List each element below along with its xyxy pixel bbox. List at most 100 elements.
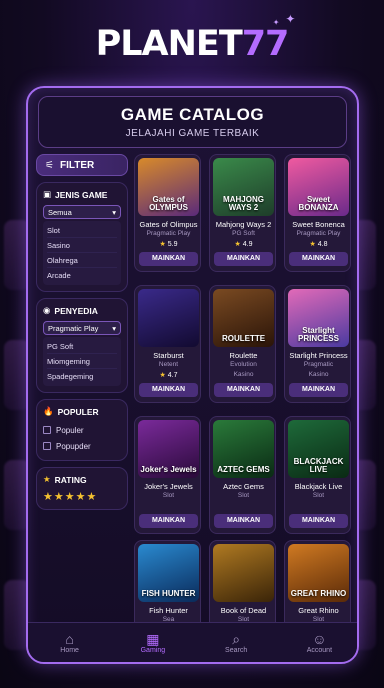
popular-heading: POPULER	[57, 406, 99, 417]
game-name: Aztec Gems	[223, 482, 264, 491]
game-thumbnail[interactable]: FISH HUNTER	[138, 544, 199, 602]
play-button[interactable]: MAINKAN	[289, 514, 348, 528]
nav-account[interactable]: ☺ Account	[289, 631, 349, 654]
genre-option[interactable]: Arcade	[47, 268, 117, 283]
game-thumbnail[interactable]: Sweet BONANZA	[288, 158, 349, 216]
nav-search[interactable]: ⌕ Search	[206, 631, 266, 654]
genre-options: Slot Sasino Olahrega Arcade	[43, 221, 121, 285]
thumbnail-title: Gates of OLYMPUS	[149, 195, 188, 212]
game-card[interactable]: ROULETTE Roulette Evolution Kasino MAINKAN	[209, 285, 276, 403]
game-provider: Slot	[237, 492, 250, 499]
popular-check[interactable]: Populer	[43, 422, 121, 438]
home-icon: ⌂	[65, 631, 74, 647]
game-provider: PG Soft	[232, 230, 255, 237]
game-rating: Kasino	[233, 371, 254, 378]
checkbox[interactable]	[43, 442, 51, 450]
game-name: Starburst	[153, 351, 184, 360]
play-button[interactable]: MAINKAN	[214, 252, 273, 266]
genre-option[interactable]: Olahrega	[47, 253, 117, 268]
sparkle-icon: ✦	[272, 18, 280, 27]
star-icon: ★	[159, 241, 166, 248]
thumbnail-title: FISH HUNTER	[141, 589, 196, 598]
grid-icon: ▦	[146, 631, 160, 647]
game-card[interactable]: BLACKJACK LIVE Blackjack Live Slot MAINKAN	[284, 416, 351, 534]
logo-text: PLANET	[95, 24, 243, 64]
chevron-down-icon: ▾	[112, 207, 116, 217]
search-icon: ⌕	[232, 631, 241, 647]
filter-button[interactable]: ⚟ FILTER	[36, 154, 128, 176]
provider-selected: Pragmatic Play	[48, 323, 99, 333]
bottom-nav: ⌂ Home ▦ Gaming ⌕ Search ☺ Account	[28, 622, 357, 662]
play-button[interactable]: MAINKAN	[289, 252, 348, 266]
provider-select[interactable]: Pragmatic Play ▾	[43, 321, 121, 335]
game-card[interactable]: Sweet BONANZA Sweet Bonenca Pragmatic Play…	[284, 154, 351, 272]
game-thumbnail[interactable]	[138, 289, 199, 347]
game-rating: ★ 4.7	[159, 372, 178, 379]
thumbnail-title: Starlight PRINCESS	[298, 326, 339, 343]
game-card[interactable]: AZTEC GEMS Aztec Gems Slot MAINKAN	[209, 416, 276, 534]
game-provider: Slot	[312, 492, 325, 499]
game-thumbnail[interactable]: Gates of OLYMPUS	[138, 158, 199, 216]
game-rating: ★ 4.8	[309, 241, 328, 248]
nav-home[interactable]: ⌂ Home	[40, 631, 100, 654]
game-card[interactable]: Joker's Jewels Joker's Jewels Slot MAINKAN	[134, 416, 201, 534]
provider-option[interactable]: Spadegeming	[47, 369, 117, 384]
thumbnail-title: BLACKJACK LIVE	[293, 457, 344, 474]
play-button[interactable]: MAINKAN	[214, 514, 273, 528]
flame-icon: 🔥	[43, 406, 54, 416]
game-name: Sweet Bonenca	[292, 220, 345, 229]
game-rating: ★ 5.9	[159, 241, 178, 248]
game-thumbnail[interactable]	[213, 544, 274, 602]
popular-panel: 🔥 POPULER Populer Popupder	[36, 399, 128, 461]
filter-sidebar: ⚟ FILTER ▣ JENIS GAME Semua ▾ Slot Sasino…	[36, 154, 128, 510]
game-card[interactable]: Starburst Netent ★ 4.7 MAINKAN	[134, 285, 201, 403]
play-button[interactable]: MAINKAN	[139, 383, 198, 397]
game-name: Starlight Princess	[289, 351, 348, 360]
checkbox[interactable]	[43, 426, 51, 434]
game-card[interactable]: Gates of OLYMPUS Gates of Olimpus Pragmati…	[134, 154, 201, 272]
game-rating: Kasino	[308, 371, 329, 378]
chevron-down-icon: ▾	[112, 323, 116, 333]
game-thumbnail[interactable]: Starlight PRINCESS	[288, 289, 349, 347]
game-card[interactable]: Starlight PRINCESS Starlight Princess Prag…	[284, 285, 351, 403]
game-provider: Evolution	[230, 361, 257, 368]
game-name: Roulette	[229, 351, 258, 360]
globe-icon: ◉	[43, 305, 51, 315]
game-name: Book of Dead	[220, 606, 267, 615]
game-thumbnail[interactable]: MAHJONG WAYS 2	[213, 158, 274, 216]
star-icon: ★	[234, 241, 241, 248]
genre-selected: Semua	[48, 207, 72, 217]
game-thumbnail[interactable]: Joker's Jewels	[138, 420, 199, 478]
game-name: Fish Hunter	[149, 606, 188, 615]
game-name: Mahjong Ways 2	[215, 220, 272, 229]
play-button[interactable]: MAINKAN	[214, 383, 273, 397]
sliders-icon: ⚟	[45, 159, 54, 171]
catalog-header: GAME CATALOG JELAJAHI GAME TERBAIK	[38, 96, 347, 148]
game-provider: Pragmatic	[303, 361, 334, 368]
game-name: Joker's Jewels	[144, 482, 193, 491]
header: PLANET77 ✦ ✦	[0, 12, 384, 64]
rating-stars[interactable]: ★★★★★	[43, 490, 121, 503]
genre-option[interactable]: Sasino	[47, 238, 117, 253]
genre-select[interactable]: Semua ▾	[43, 205, 121, 219]
nav-gaming[interactable]: ▦ Gaming	[123, 631, 183, 654]
game-thumbnail[interactable]: AZTEC GEMS	[213, 420, 274, 478]
genre-option[interactable]: Slot	[47, 223, 117, 238]
provider-option[interactable]: PG Soft	[47, 339, 117, 354]
game-provider: Netent	[158, 361, 179, 368]
genre-panel: ▣ JENIS GAME Semua ▾ Slot Sasino Olahrega…	[36, 182, 128, 292]
game-card[interactable]: MAHJONG WAYS 2 Mahjong Ways 2 PG Soft ★ 4.9…	[209, 154, 276, 272]
brand-logo[interactable]: PLANET77 ✦ ✦	[95, 12, 296, 64]
game-thumbnail[interactable]: GREAT RHINO	[288, 544, 349, 602]
rating-panel: ★ RATING ★★★★★	[36, 467, 128, 510]
game-thumbnail[interactable]: BLACKJACK LIVE	[288, 420, 349, 478]
thumbnail-title: Sweet BONANZA	[298, 195, 339, 212]
provider-option[interactable]: Miomgeming	[47, 354, 117, 369]
play-button[interactable]: MAINKAN	[139, 514, 198, 528]
provider-options: PG Soft Miomgeming Spadegeming	[43, 337, 121, 386]
popular-check[interactable]: Popupder	[43, 438, 121, 454]
provider-heading: PENYEDIA	[54, 305, 98, 316]
game-thumbnail[interactable]: ROULETTE	[213, 289, 274, 347]
play-button[interactable]: MAINKAN	[139, 252, 198, 266]
play-button[interactable]: MAINKAN	[289, 383, 348, 397]
